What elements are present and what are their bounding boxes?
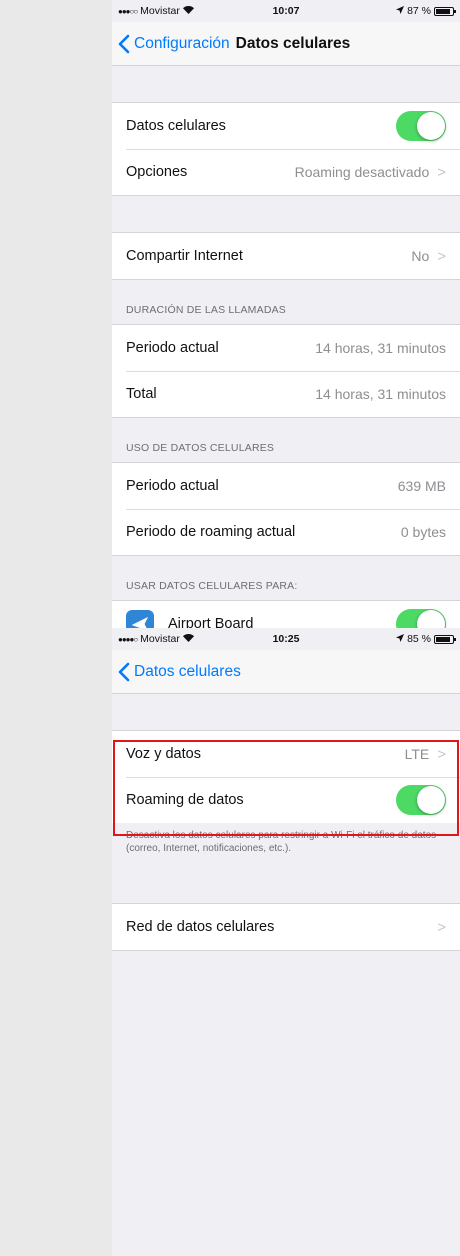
battery-info: 85 % — [396, 633, 456, 645]
cellular-network-row[interactable]: Red de datos celulares > — [112, 904, 460, 950]
page-title: Datos celulares — [235, 34, 351, 52]
toggle-knob — [417, 112, 445, 140]
chevron-right-icon: > — [437, 247, 446, 265]
call-duration-header: DURACIÓN DE LAS LLAMADAS — [126, 304, 287, 316]
chevron-left-icon — [118, 662, 130, 681]
call-current-period-row: Periodo actual 14 horas, 31 minutos — [112, 325, 460, 371]
voice-roaming-group: Voz y datos LTE > Roaming de datos — [112, 730, 460, 823]
voice-data-value: LTE — [404, 746, 430, 762]
options-label: Opciones — [126, 164, 188, 180]
cellular-network-label: Red de datos celulares — [126, 919, 275, 935]
call-current-period-value: 14 horas, 31 minutos — [315, 340, 446, 356]
usage-current-period-row: Periodo actual 639 MB — [112, 463, 460, 509]
left-margin — [0, 0, 112, 1256]
toggle-knob — [417, 786, 445, 814]
data-roaming-label: Roaming de datos — [126, 792, 244, 808]
app-label: Airport Board — [168, 616, 254, 628]
chevron-right-icon: > — [437, 918, 446, 936]
hotspot-value: No — [411, 248, 430, 264]
hotspot-row[interactable]: Compartir Internet No > — [112, 233, 460, 279]
cellular-data-toggle[interactable] — [396, 111, 446, 141]
location-icon — [396, 633, 405, 645]
chevron-right-icon: > — [437, 745, 446, 763]
battery-percent: 85 % — [407, 633, 431, 645]
hotspot-label: Compartir Internet — [126, 248, 243, 264]
cellular-data-label: Datos celulares — [126, 118, 226, 134]
usage-roaming-period-label: Periodo de roaming actual — [126, 524, 296, 540]
toggle-knob — [417, 610, 445, 628]
hotspot-group: Compartir Internet No > — [112, 232, 460, 280]
cellular-data-screen: ●●●○○ Movistar 10:07 87 % Configuración … — [112, 0, 460, 628]
back-button-datos-celulares[interactable]: Datos celulares — [112, 661, 241, 683]
status-bar: ●●●○○ Movistar 10:07 87 % — [112, 0, 460, 22]
call-total-value: 14 horas, 31 minutos — [315, 386, 446, 402]
back-button-label: Configuración — [134, 34, 230, 52]
back-button-label: Datos celulares — [134, 662, 241, 680]
status-bar: ●●●●○ Movistar 10:25 85 % — [112, 628, 460, 650]
chevron-right-icon: > — [437, 163, 446, 181]
roaming-footnote: Desactiva los datos celulares para restr… — [126, 830, 437, 854]
location-icon — [396, 5, 405, 17]
battery-info: 87 % — [396, 5, 456, 17]
data-usage-group: Periodo actual 639 MB Periodo de roaming… — [112, 462, 460, 556]
battery-icon — [434, 634, 456, 644]
call-total-label: Total — [126, 386, 157, 402]
cellular-group: Datos celulares Opciones Roaming desacti… — [112, 102, 460, 196]
battery-icon — [434, 6, 456, 16]
airplane-icon — [126, 610, 154, 628]
navigation-bar: Datos celulares — [112, 650, 460, 694]
data-options-screen: ●●●●○ Movistar 10:25 85 % Datos celulare… — [112, 628, 460, 1256]
call-total-row: Total 14 horas, 31 minutos — [112, 371, 460, 417]
options-value: Roaming desactivado — [294, 164, 430, 180]
navigation-bar: Configuración Datos celulares — [112, 22, 460, 66]
usage-roaming-period-value: 0 bytes — [400, 524, 446, 540]
usage-current-period-label: Periodo actual — [126, 478, 219, 494]
data-roaming-toggle[interactable] — [396, 785, 446, 815]
usage-current-period-value: 639 MB — [397, 478, 446, 494]
battery-percent: 87 % — [407, 5, 431, 17]
cellular-data-row: Datos celulares — [112, 103, 460, 149]
data-roaming-row: Roaming de datos — [112, 777, 460, 823]
app-row-airport-board: Airport Board — [112, 601, 460, 628]
network-group: Red de datos celulares > — [112, 903, 460, 951]
airport-board-toggle[interactable] — [396, 609, 446, 628]
call-duration-group: Periodo actual 14 horas, 31 minutos Tota… — [112, 324, 460, 418]
back-button-configuracion[interactable]: Configuración — [112, 33, 230, 55]
voice-data-label: Voz y datos — [126, 746, 201, 762]
data-usage-header: USO DE DATOS CELULARES — [126, 442, 275, 454]
options-row[interactable]: Opciones Roaming desactivado > — [112, 149, 460, 195]
voice-data-row[interactable]: Voz y datos LTE > — [112, 731, 460, 777]
chevron-left-icon — [118, 34, 130, 53]
apps-group: Airport Board — [112, 600, 460, 628]
apps-header: USAR DATOS CELULARES PARA: — [126, 580, 298, 592]
usage-roaming-period-row: Periodo de roaming actual 0 bytes — [112, 509, 460, 555]
call-current-period-label: Periodo actual — [126, 340, 219, 356]
